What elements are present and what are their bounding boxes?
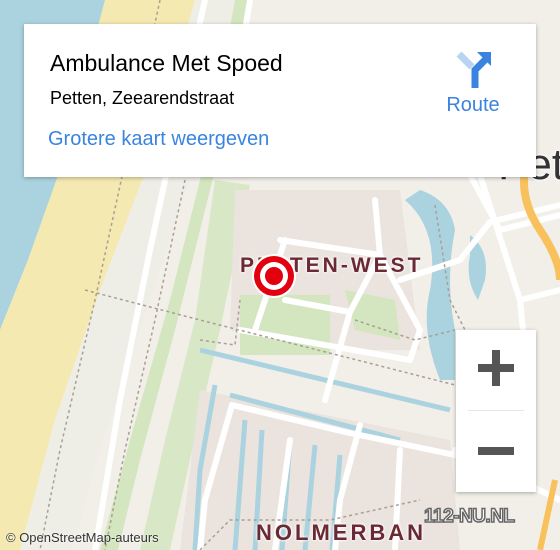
watermark-logo: 112-NU.NL: [423, 505, 516, 528]
map-attribution[interactable]: © OpenStreetMap-auteurs: [6, 530, 159, 545]
info-card: Ambulance Met Spoed Petten, Zeearendstra…: [24, 24, 536, 177]
incident-title: Ambulance Met Spoed: [50, 50, 283, 76]
district-label-nolmerban: NOLMERBAN: [256, 520, 426, 545]
zoom-in-button[interactable]: [456, 330, 536, 410]
bigger-map-link[interactable]: Grotere kaart weergeven: [48, 128, 269, 151]
route-label: Route: [446, 94, 500, 116]
location-target-icon[interactable]: [251, 253, 297, 299]
zoom-controls: [456, 330, 536, 492]
route-button[interactable]: Route: [436, 50, 510, 122]
minus-icon: [477, 443, 515, 461]
plus-icon: [477, 349, 515, 392]
zoom-out-button[interactable]: [456, 412, 536, 492]
zoom-divider: [468, 410, 524, 411]
incident-location: Petten, Zeearendstraat: [50, 88, 235, 108]
directions-turn-right-icon: [436, 50, 510, 90]
